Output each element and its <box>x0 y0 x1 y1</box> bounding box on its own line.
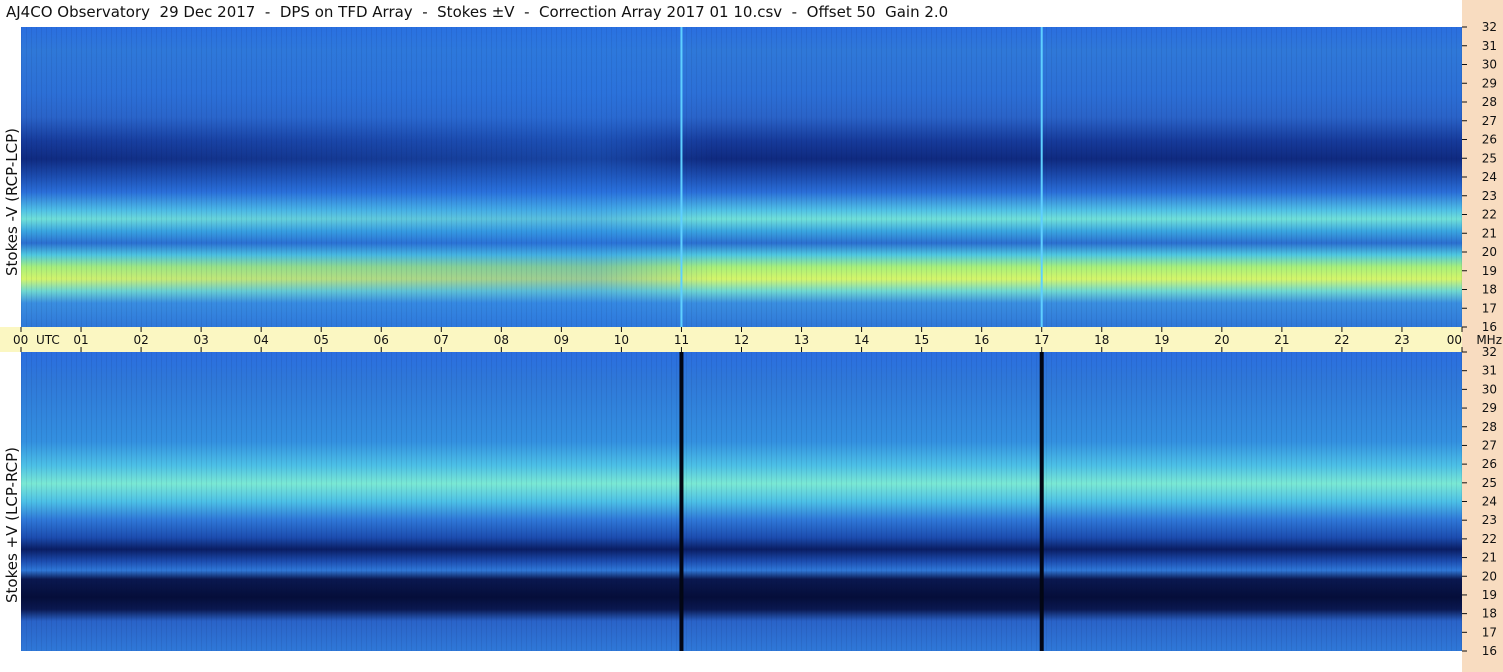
y-tick-label-top: 23 <box>1482 189 1497 203</box>
x-tick-label: 08 <box>494 333 509 347</box>
x-tick-label: 15 <box>914 333 929 347</box>
x-tick-label: 20 <box>1214 333 1229 347</box>
x-tick-label: 13 <box>794 333 809 347</box>
x-tick-label: 04 <box>254 333 269 347</box>
y-tick-label-bottom: 30 <box>1482 382 1497 396</box>
y-tick-label-bottom: 18 <box>1482 607 1497 621</box>
x-tick-label: 10 <box>614 333 629 347</box>
x-tick-label: 22 <box>1334 333 1349 347</box>
x-tick-label: 16 <box>974 333 989 347</box>
y-tick-label-top: 32 <box>1482 20 1497 34</box>
y-tick-label-bottom: 20 <box>1482 569 1497 583</box>
x-tick-label: 09 <box>554 333 569 347</box>
x-tick-label: 17 <box>1034 333 1049 347</box>
y-tick-label-bottom: 25 <box>1482 476 1497 490</box>
x-tick-label: 12 <box>734 333 749 347</box>
y-tick-label-top: 17 <box>1482 301 1497 315</box>
y-tick-label-top: 18 <box>1482 283 1497 297</box>
y-tick-label-top: 21 <box>1482 226 1497 240</box>
chart-overlay: 16 17 18 19 20 21 22 23 24 25 26 27 28 29 30 31 32 16 17 18… <box>13 20 1502 658</box>
y-tick-label-bottom: 24 <box>1482 495 1497 509</box>
y-tick-label-top: 22 <box>1482 208 1497 222</box>
x-tick-label: 00 <box>13 333 28 347</box>
x-unit-label: UTC <box>36 333 60 347</box>
x-tick-label: 00 <box>1447 333 1462 347</box>
y-tick-label-bottom: 17 <box>1482 625 1497 639</box>
x-tick-label: 07 <box>434 333 449 347</box>
y-tick-label-bottom: 16 <box>1482 644 1497 658</box>
x-tick-label: 18 <box>1094 333 1109 347</box>
x-tick-label: 01 <box>73 333 88 347</box>
y-tick-label-bottom: 31 <box>1482 364 1497 378</box>
x-tick-label: 03 <box>193 333 208 347</box>
y-tick-label-top: 24 <box>1482 170 1497 184</box>
y-tick-label-bottom: 23 <box>1482 513 1497 527</box>
x-tick-label: 02 <box>133 333 148 347</box>
y-tick-label-top: 19 <box>1482 264 1497 278</box>
y-tick-label-top: 27 <box>1482 114 1497 128</box>
y-tick-label-top: 26 <box>1482 133 1497 147</box>
x-tick-label: 11 <box>674 333 689 347</box>
y-tick-label-top: 30 <box>1482 58 1497 72</box>
x-tick-label: 23 <box>1394 333 1409 347</box>
y-tick-label-bottom: 27 <box>1482 438 1497 452</box>
y-tick-label-bottom: 22 <box>1482 532 1497 546</box>
y-tick-label-top: 28 <box>1482 95 1497 109</box>
y-tick-label-top: 25 <box>1482 151 1497 165</box>
x-tick-label: 14 <box>854 333 869 347</box>
y-tick-label-bottom: 32 <box>1482 345 1497 359</box>
y-tick-label-bottom: 28 <box>1482 420 1497 434</box>
y-unit-label: MHz <box>1476 333 1502 347</box>
x-tick-label: 06 <box>374 333 389 347</box>
y-tick-label-bottom: 21 <box>1482 551 1497 565</box>
y-tick-label-bottom: 19 <box>1482 588 1497 602</box>
y-tick-label-bottom: 26 <box>1482 457 1497 471</box>
x-tick-label: 21 <box>1274 333 1289 347</box>
x-tick-label: 19 <box>1154 333 1169 347</box>
y-tick-label-top: 20 <box>1482 245 1497 259</box>
x-tick-label: 05 <box>314 333 329 347</box>
y-tick-label-bottom: 29 <box>1482 401 1497 415</box>
y-tick-label-top: 16 <box>1482 320 1497 334</box>
y-tick-label-top: 29 <box>1482 76 1497 90</box>
y-tick-label-top: 31 <box>1482 39 1497 53</box>
